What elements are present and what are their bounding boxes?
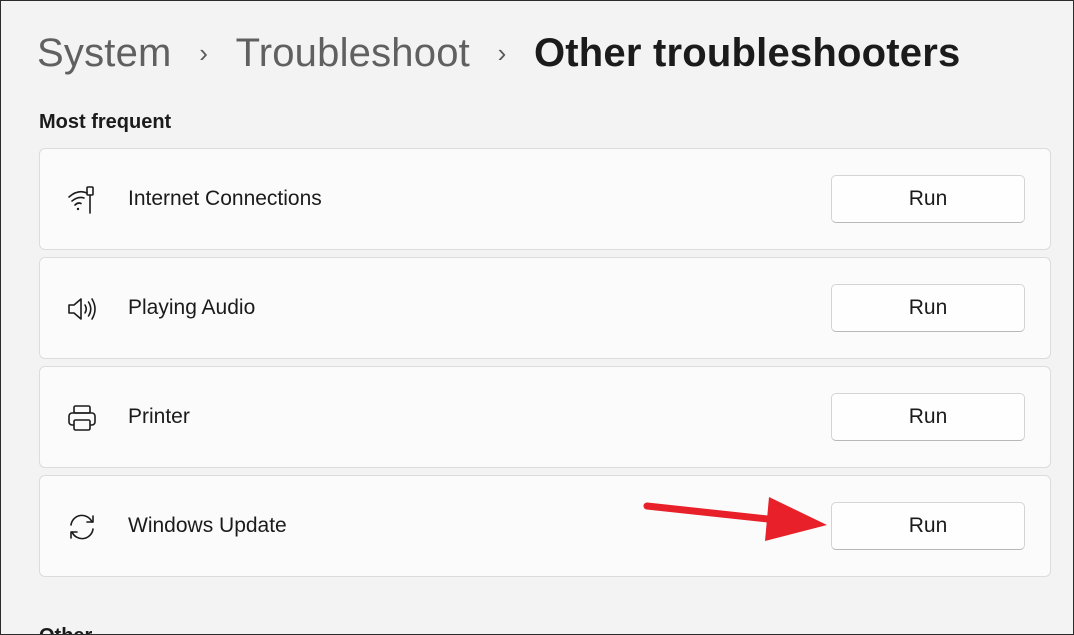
run-button-printer[interactable]: Run [831,393,1025,441]
annotation-arrow-icon [637,491,827,551]
breadcrumb-separator-icon: › [497,37,507,68]
breadcrumb: System › Troubleshoot › Other troublesho… [37,27,960,79]
section-title-other: Other [39,625,92,634]
troubleshooter-label: Playing Audio [128,296,256,319]
breadcrumb-separator-icon: › [199,37,208,68]
page-title: Other troubleshooters [533,30,961,75]
run-button-audio[interactable]: Run [831,284,1025,332]
troubleshooter-card-internet: Internet Connections Run [39,148,1051,250]
speaker-icon [66,293,98,325]
run-button-internet[interactable]: Run [831,175,1025,223]
wifi-ethernet-icon [66,184,98,216]
troubleshooter-label: Internet Connections [128,187,322,210]
troubleshooter-card-printer: Printer Run [39,366,1051,468]
run-button-windows-update[interactable]: Run [831,502,1025,550]
breadcrumb-troubleshoot[interactable]: Troubleshoot [236,31,470,76]
troubleshooter-card-windows-update: Windows Update Run [39,475,1051,577]
troubleshooter-card-audio: Playing Audio Run [39,257,1051,359]
settings-page: System › Troubleshoot › Other troublesho… [0,0,1074,635]
sync-icon [66,511,98,543]
breadcrumb-system[interactable]: System [37,31,172,76]
printer-icon [66,402,98,434]
troubleshooter-label: Windows Update [128,514,287,537]
section-title: Most frequent [39,111,172,133]
troubleshooter-label: Printer [128,405,190,428]
